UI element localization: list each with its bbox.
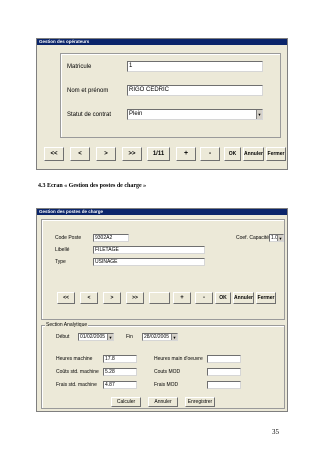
first-record-button[interactable]: << <box>57 292 75 304</box>
code-poste-label: Code Poste <box>55 235 82 241</box>
heures-machine-field[interactable]: 17.8 <box>103 355 137 363</box>
heures-main-oeuvre-label: Heures main d'oeuvre <box>154 356 203 362</box>
operator-form-panel: Matricule 1 Nom et prénom RIGO CEDRIC St… <box>60 53 281 138</box>
next-record-button[interactable]: > <box>103 292 121 304</box>
annuler-button[interactable]: Annuler <box>243 147 264 161</box>
record-counter <box>149 292 170 304</box>
remove-button[interactable]: - <box>200 147 220 161</box>
libelle-field[interactable]: FILETAGE <box>93 246 205 254</box>
frais-mod-field[interactable] <box>207 381 241 389</box>
previous-record-button[interactable]: < <box>80 292 98 304</box>
enregistrer-button[interactable]: Enregistrer <box>185 397 215 407</box>
fermer-button[interactable]: Fermer <box>266 147 286 161</box>
couts-mod-field[interactable] <box>207 368 241 376</box>
page-number: 35 <box>272 428 279 436</box>
ok-button[interactable]: OK <box>215 292 231 304</box>
frais-machine-label: Frais std. machine <box>56 382 97 388</box>
previous-record-button[interactable]: < <box>70 147 90 161</box>
calculer-button[interactable]: Calculer <box>111 397 141 407</box>
annuler-button[interactable]: Annuler <box>233 292 254 304</box>
couts-mod-label: Couts MOD <box>154 369 181 375</box>
frais-machine-field[interactable]: 4.87 <box>103 381 137 389</box>
fermer-button[interactable]: Fermer <box>256 292 276 304</box>
type-label: Type <box>55 259 66 265</box>
last-record-button[interactable]: >> <box>126 292 144 304</box>
operators-window: Gestion des opérateurs Matricule 1 Nom e… <box>36 38 288 170</box>
add-button[interactable]: + <box>176 147 196 161</box>
workstations-window: Gestion des postes de charge Code Poste … <box>36 208 288 412</box>
remove-button[interactable]: - <box>195 292 213 304</box>
ok-button[interactable]: OK <box>224 147 241 161</box>
fin-date-field[interactable]: 28/02/2005 ▼ <box>142 333 178 341</box>
add-button[interactable]: + <box>173 292 191 304</box>
debut-date-field[interactable]: 01/02/2005 ▼ <box>78 333 114 341</box>
next-record-button[interactable]: > <box>96 147 116 161</box>
couts-machine-label: Coûts std. machine <box>56 369 99 375</box>
coef-capacite-select[interactable]: 1.0 ▼ <box>269 234 284 242</box>
chevron-down-icon[interactable]: ▼ <box>277 235 283 241</box>
frais-mod-label: Frais MOD <box>154 382 179 388</box>
fin-date-value: 28/02/2005 <box>144 334 170 340</box>
couts-machine-field[interactable]: 5.28 <box>103 368 137 376</box>
last-record-button[interactable]: >> <box>122 147 142 161</box>
nom-prenom-label: Nom et prénom <box>67 88 109 94</box>
statut-contrat-select[interactable]: Plein ▼ <box>127 109 263 120</box>
section-caption: 4.3 Ecran « Gestion des postes de charge… <box>38 183 147 189</box>
type-field[interactable]: USINAGE <box>93 258 205 266</box>
coef-capacite-label: Coef. Capacité <box>236 235 270 241</box>
libelle-label: Libellé <box>55 247 70 253</box>
matricule-label: Matricule <box>67 64 92 70</box>
statut-contrat-label: Statut de contrat <box>67 112 112 118</box>
fin-label: Fin <box>126 334 133 340</box>
window-title: Gestion des opérateurs <box>37 39 287 45</box>
debut-label: Début <box>56 334 70 340</box>
first-record-button[interactable]: << <box>44 147 64 161</box>
heures-machine-label: Heures machine <box>56 356 93 362</box>
workstation-form-panel: Code Poste 9302A2 Coef. Capacité 1.0 ▼ L… <box>41 219 285 320</box>
nom-prenom-field[interactable]: RIGO CEDRIC <box>127 85 263 96</box>
matricule-field[interactable]: 1 <box>127 61 263 72</box>
annuler-analytique-button[interactable]: Annuler <box>148 397 178 407</box>
chevron-down-icon[interactable]: ▼ <box>256 110 262 119</box>
record-counter: 1/11 <box>147 147 170 161</box>
chevron-down-icon[interactable]: ▼ <box>171 334 177 340</box>
code-poste-field[interactable]: 9302A2 <box>93 234 129 242</box>
debut-date-value: 01/02/2005 <box>80 334 106 340</box>
section-analytique-group: Section Analytique Début 01/02/2005 ▼ Fi… <box>41 322 285 409</box>
heures-main-oeuvre-field[interactable] <box>207 355 241 363</box>
statut-contrat-value: Plein <box>129 111 143 117</box>
section-analytique-title: Section Analytique <box>45 322 89 328</box>
window-title: Gestion des postes de charge <box>37 209 287 215</box>
chevron-down-icon[interactable]: ▼ <box>107 334 113 340</box>
